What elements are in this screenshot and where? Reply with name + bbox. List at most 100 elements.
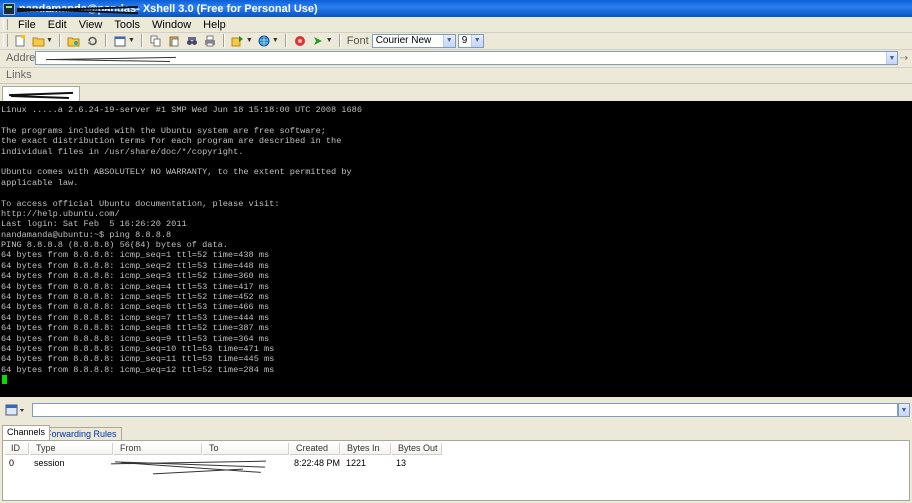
font-label: Font bbox=[346, 34, 369, 47]
open-dropdown-icon[interactable]: ▼ bbox=[46, 37, 53, 44]
row-bytes-out: 13 bbox=[396, 458, 407, 468]
toolbar-grip[interactable] bbox=[3, 34, 8, 47]
menu-window[interactable]: Window bbox=[146, 19, 197, 31]
session-tab[interactable] bbox=[2, 86, 80, 101]
compose-bar: ▼ bbox=[0, 399, 912, 421]
disconnect-button[interactable] bbox=[85, 34, 99, 48]
xshell-app-icon[interactable] bbox=[3, 2, 15, 15]
transfer-dropdown-icon[interactable]: ▼ bbox=[246, 37, 253, 44]
font-select[interactable]: Courier New ▼ bbox=[371, 33, 456, 48]
properties-dropdown-icon[interactable]: ▼ bbox=[128, 37, 135, 44]
properties-button[interactable] bbox=[113, 34, 127, 48]
new-file-icon bbox=[15, 34, 25, 46]
globe-icon bbox=[258, 35, 270, 46]
links-bar: Links bbox=[0, 67, 912, 84]
panel-tab-bar: Channels Forwarding Rules bbox=[0, 424, 912, 440]
terminal-line: nandamanda@ubuntu:~$ ping 8.8.8.8 bbox=[1, 229, 172, 240]
menu-view[interactable]: View bbox=[73, 19, 109, 31]
toolbar: ▼ ▼ ▼ ▼ ▼ Font Courier New ▼ 9 ▼ bbox=[0, 32, 912, 50]
terminal-line: 64 bytes from 8.8.8.8: icmp_seq=7 ttl=53… bbox=[1, 312, 270, 323]
menubar-grip[interactable] bbox=[3, 19, 8, 30]
compose-window-icon bbox=[5, 404, 24, 416]
font-select-value: Courier New bbox=[375, 35, 432, 46]
new-session-button[interactable] bbox=[13, 34, 27, 48]
menu-file[interactable]: File bbox=[12, 19, 42, 31]
script-icon bbox=[294, 35, 305, 46]
terminal-line: The programs included with the Ubuntu sy… bbox=[1, 125, 326, 136]
compose-dropdown-icon[interactable]: ▼ bbox=[326, 37, 333, 44]
script-button[interactable] bbox=[293, 34, 307, 48]
chevron-down-icon[interactable]: ▼ bbox=[898, 403, 910, 417]
terminal-line: 64 bytes from 8.8.8.8: icmp_seq=4 ttl=53… bbox=[1, 281, 270, 292]
terminal-line: 64 bytes from 8.8.8.8: icmp_seq=10 ttl=5… bbox=[1, 343, 275, 354]
menu-edit[interactable]: Edit bbox=[42, 19, 73, 31]
column-header-id[interactable]: ID bbox=[5, 443, 29, 455]
printer-icon bbox=[204, 35, 215, 46]
column-header-bytes-out[interactable]: Bytes Out bbox=[392, 443, 442, 455]
tab-channels[interactable]: Channels bbox=[2, 425, 51, 440]
binoculars-icon bbox=[186, 36, 197, 45]
font-size-select[interactable]: 9 ▼ bbox=[457, 33, 484, 48]
print-button[interactable] bbox=[203, 34, 217, 48]
menu-help[interactable]: Help bbox=[197, 19, 232, 31]
menu-tools[interactable]: Tools bbox=[108, 19, 146, 31]
terminal-line: the exact distribution terms for each pr… bbox=[1, 136, 342, 147]
paste-icon bbox=[169, 36, 179, 46]
terminal-screen[interactable]: Linux .....a 2.6.24-19-server #1 SMP Wed… bbox=[0, 101, 912, 397]
terminal-line: Linux .....a 2.6.24-19-server #1 SMP Wed… bbox=[1, 105, 362, 115]
terminal-line: http://help.ubuntu.com/ bbox=[1, 208, 120, 219]
terminal-line: 64 bytes from 8.8.8.8: icmp_seq=1 ttl=52… bbox=[1, 250, 270, 261]
toolbar-separator bbox=[104, 34, 107, 47]
compose-arrow-icon bbox=[313, 36, 322, 45]
transfer-button[interactable] bbox=[231, 34, 245, 48]
row-created: 8:22:48 PM bbox=[294, 458, 341, 468]
reconnect-button[interactable] bbox=[67, 34, 81, 48]
column-header-type[interactable]: Type bbox=[30, 443, 113, 455]
row-type: session bbox=[34, 458, 65, 468]
terminal-line: 64 bytes from 8.8.8.8: icmp_seq=12 ttl=5… bbox=[1, 364, 275, 375]
copy-button[interactable] bbox=[149, 34, 163, 48]
open-button[interactable] bbox=[31, 34, 45, 48]
terminal-line: 64 bytes from 8.8.8.8: icmp_seq=11 ttl=5… bbox=[1, 354, 275, 365]
toolbar-separator bbox=[222, 34, 225, 47]
file-transfer-icon bbox=[231, 35, 244, 46]
compose-input[interactable] bbox=[32, 403, 898, 417]
web-dropdown-icon[interactable]: ▼ bbox=[272, 37, 279, 44]
terminal-line: 64 bytes from 8.8.8.8: icmp_seq=6 ttl=53… bbox=[1, 302, 270, 313]
toolbar-separator bbox=[284, 34, 287, 47]
terminal-line: 64 bytes from 8.8.8.8: icmp_seq=8 ttl=52… bbox=[1, 323, 270, 334]
compose-mode-button[interactable] bbox=[5, 403, 27, 417]
chevron-down-icon[interactable]: ▼ bbox=[886, 52, 897, 64]
folder-icon bbox=[32, 37, 44, 46]
chevron-down-icon[interactable]: ▼ bbox=[470, 34, 483, 47]
chevron-down-icon[interactable]: ▼ bbox=[442, 34, 455, 47]
terminal-line: 64 bytes from 8.8.8.8: icmp_seq=9 ttl=53… bbox=[1, 333, 270, 344]
window-title-host: nandamanda@pandas bbox=[19, 2, 137, 15]
terminal-line: To access official Ubuntu documentation,… bbox=[1, 198, 280, 209]
menu-bar: File Edit View Tools Window Help bbox=[0, 17, 912, 33]
paste-button[interactable] bbox=[167, 34, 181, 48]
column-header-from[interactable]: From bbox=[114, 443, 202, 455]
row-bytes-in: 1221 bbox=[346, 458, 367, 468]
links-label: Links bbox=[6, 69, 32, 81]
terminal-line: 64 bytes from 8.8.8.8: icmp_seq=5 ttl=52… bbox=[1, 292, 270, 303]
folder-connect-icon bbox=[67, 37, 80, 46]
terminal-line: 64 bytes from 8.8.8.8: icmp_seq=2 ttl=53… bbox=[1, 260, 270, 271]
address-input[interactable] bbox=[35, 51, 897, 65]
column-header-bytes-in[interactable]: Bytes In bbox=[341, 443, 391, 455]
tab-forwarding-rules[interactable]: Forwarding Rules bbox=[41, 427, 122, 440]
terminal-prompt-line bbox=[0, 375, 912, 385]
web-button[interactable] bbox=[257, 34, 271, 48]
compose-button[interactable] bbox=[311, 34, 325, 48]
column-header-to[interactable]: To bbox=[203, 443, 289, 455]
find-button[interactable] bbox=[185, 34, 199, 48]
address-history-dropdown[interactable]: ▼ bbox=[886, 51, 898, 65]
go-arrow-icon[interactable]: ⇢ bbox=[898, 51, 910, 65]
terminal-line: individual files in /usr/share/doc/*/cop… bbox=[1, 146, 244, 157]
font-size-value: 9 bbox=[461, 35, 468, 46]
terminal-cursor bbox=[2, 375, 7, 385]
column-header-created[interactable]: Created bbox=[290, 443, 340, 455]
toolbar-separator bbox=[58, 34, 61, 47]
